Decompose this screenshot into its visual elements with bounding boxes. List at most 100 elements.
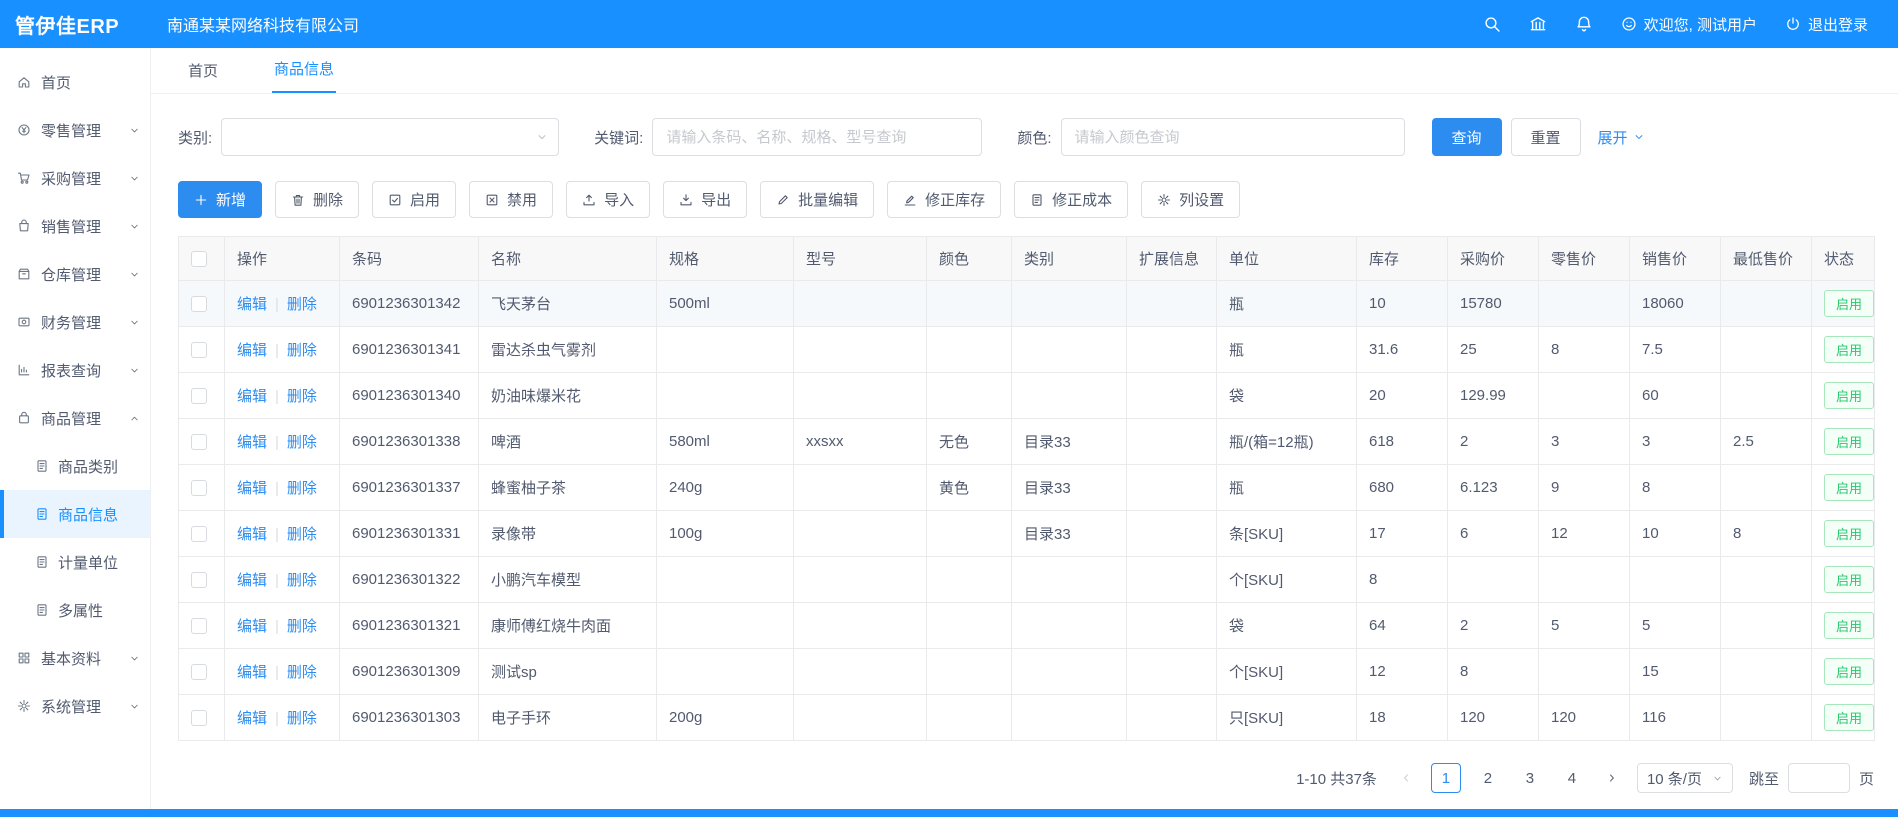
cell-color [927, 373, 1012, 419]
sidebar-item-label: 零售管理 [41, 120, 101, 141]
delete-link[interactable]: 删除 [287, 710, 317, 727]
row-checkbox[interactable] [191, 526, 207, 542]
reset-button[interactable]: 重置 [1511, 118, 1581, 156]
next-page-button[interactable] [1599, 763, 1625, 793]
jump-input[interactable] [1788, 763, 1850, 793]
edit-link[interactable]: 编辑 [237, 664, 267, 681]
report-icon [17, 363, 31, 377]
page-size-select[interactable]: 10 条/页 [1637, 763, 1733, 793]
edit-link[interactable]: 编辑 [237, 388, 267, 405]
status-badge[interactable]: 启用 [1824, 474, 1874, 501]
page-number[interactable]: 1 [1431, 763, 1461, 793]
sidebar-item-basic-data[interactable]: 基本资料 [0, 634, 150, 682]
notification-bell-icon[interactable] [1575, 15, 1593, 33]
page-number[interactable]: 4 [1557, 763, 1587, 793]
sidebar-item-purchase[interactable]: 采购管理 [0, 154, 150, 202]
status-badge[interactable]: 启用 [1824, 428, 1874, 455]
prev-page-button[interactable] [1393, 763, 1419, 793]
page-number[interactable]: 2 [1473, 763, 1503, 793]
page-body: 类别: 关键词: 颜色: 查询 重置 展开 新增删除启用禁用导入导出批量编辑 [151, 94, 1898, 793]
sidebar-item-product-info[interactable]: 商品信息 [0, 490, 150, 538]
page-number[interactable]: 3 [1515, 763, 1545, 793]
category-select[interactable] [221, 118, 559, 156]
row-checkbox[interactable] [191, 296, 207, 312]
row-checkbox[interactable] [191, 572, 207, 588]
grid-icon [17, 651, 31, 665]
sidebar-item-measure-unit[interactable]: 计量单位 [0, 538, 150, 586]
status-badge[interactable]: 启用 [1824, 658, 1874, 685]
status-badge[interactable]: 启用 [1824, 520, 1874, 547]
sidebar-item-sales[interactable]: 销售管理 [0, 202, 150, 250]
select-all-checkbox[interactable] [191, 251, 207, 267]
cell-unit: 瓶 [1217, 465, 1357, 511]
keyword-input[interactable] [652, 118, 982, 156]
search-button[interactable]: 查询 [1432, 118, 1502, 156]
delete-link[interactable]: 删除 [287, 342, 317, 359]
cell-model [794, 281, 927, 327]
edit-link[interactable]: 编辑 [237, 480, 267, 497]
row-checkbox[interactable] [191, 434, 207, 450]
disable-button[interactable]: 禁用 [469, 181, 553, 218]
search-icon[interactable] [1483, 15, 1501, 33]
link-separator: | [275, 434, 279, 451]
delete-link[interactable]: 删除 [287, 296, 317, 313]
status-cell: 启用 [1812, 281, 1875, 327]
cell-category [1012, 649, 1127, 695]
cell-barcode: 6901236301340 [340, 373, 479, 419]
status-badge[interactable]: 启用 [1824, 382, 1874, 409]
edit-link[interactable]: 编辑 [237, 434, 267, 451]
row-checkbox[interactable] [191, 618, 207, 634]
fix-cost-button[interactable]: 修正成本 [1014, 181, 1128, 218]
delete-link[interactable]: 删除 [287, 480, 317, 497]
edit-link[interactable]: 编辑 [237, 572, 267, 589]
sidebar-item-product[interactable]: 商品管理 [0, 394, 150, 442]
row-checkbox[interactable] [191, 480, 207, 496]
import-button[interactable]: 导入 [566, 181, 650, 218]
row-checkbox[interactable] [191, 710, 207, 726]
edit-link[interactable]: 编辑 [237, 526, 267, 543]
page-size-value: 10 条/页 [1647, 768, 1702, 789]
delete-link[interactable]: 删除 [287, 664, 317, 681]
column-settings-button[interactable]: 列设置 [1141, 181, 1240, 218]
sidebar-item-finance[interactable]: 财务管理 [0, 298, 150, 346]
add-button[interactable]: 新增 [178, 181, 262, 218]
edit-link[interactable]: 编辑 [237, 618, 267, 635]
table-row: 编辑|删除6901236301321康师傅红烧牛肉面袋64255启用 [179, 603, 1875, 649]
welcome-user[interactable]: 欢迎您, 测试用户 [1621, 14, 1757, 35]
row-checkbox[interactable] [191, 664, 207, 680]
tab-home[interactable]: 首页 [186, 60, 220, 93]
sidebar-item-home[interactable]: 首页 [0, 58, 150, 106]
edit-link[interactable]: 编辑 [237, 710, 267, 727]
delete-link[interactable]: 删除 [287, 618, 317, 635]
row-checkbox[interactable] [191, 388, 207, 404]
status-badge[interactable]: 启用 [1824, 566, 1874, 593]
color-input[interactable] [1061, 118, 1405, 156]
status-badge[interactable]: 启用 [1824, 290, 1874, 317]
status-badge[interactable]: 启用 [1824, 612, 1874, 639]
row-checkbox[interactable] [191, 342, 207, 358]
bank-icon[interactable] [1529, 15, 1547, 33]
delete-button[interactable]: 删除 [275, 181, 359, 218]
cell-spec: 240g [657, 465, 794, 511]
export-button[interactable]: 导出 [663, 181, 747, 218]
status-badge[interactable]: 启用 [1824, 336, 1874, 363]
edit-link[interactable]: 编辑 [237, 296, 267, 313]
sidebar-item-multi-attribute[interactable]: 多属性 [0, 586, 150, 634]
status-badge[interactable]: 启用 [1824, 704, 1874, 731]
delete-link[interactable]: 删除 [287, 388, 317, 405]
sidebar-item-warehouse[interactable]: 仓库管理 [0, 250, 150, 298]
sidebar-item-report[interactable]: 报表查询 [0, 346, 150, 394]
sidebar-item-retail[interactable]: 零售管理 [0, 106, 150, 154]
expand-toggle[interactable]: 展开 [1598, 127, 1645, 148]
enable-button[interactable]: 启用 [372, 181, 456, 218]
sidebar-item-product-category[interactable]: 商品类别 [0, 442, 150, 490]
logout-button[interactable]: 退出登录 [1785, 14, 1868, 35]
edit-link[interactable]: 编辑 [237, 342, 267, 359]
batch-edit-button[interactable]: 批量编辑 [760, 181, 874, 218]
delete-link[interactable]: 删除 [287, 572, 317, 589]
sidebar-item-system[interactable]: 系统管理 [0, 682, 150, 730]
fix-stock-button[interactable]: 修正库存 [887, 181, 1001, 218]
tab-product-info[interactable]: 商品信息 [272, 58, 336, 93]
delete-link[interactable]: 删除 [287, 434, 317, 451]
delete-link[interactable]: 删除 [287, 526, 317, 543]
